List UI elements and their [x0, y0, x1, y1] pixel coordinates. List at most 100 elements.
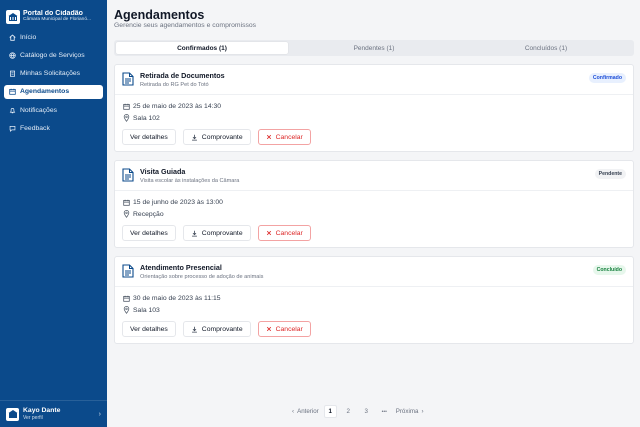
page-title: Agendamentos: [114, 8, 205, 22]
calendar-icon: [122, 199, 130, 206]
page-3-button[interactable]: 3: [360, 405, 373, 418]
appointment-location: Recepção: [122, 210, 164, 218]
next-label: Próxima: [395, 408, 419, 415]
appointment-description: Visita escolar às instalações da Câmara: [140, 178, 240, 184]
button-label: Cancelar: [275, 325, 303, 333]
appointment-card: Visita Guiada Visita escolar às instalaç…: [114, 160, 634, 248]
datetime-text: 15 de junho de 2023 às 13:00: [133, 199, 223, 206]
divider: [115, 94, 633, 95]
datetime-text: 30 de maio de 2023 às 11:15: [133, 295, 221, 302]
appointment-title: Retirada de Documentos: [140, 71, 225, 80]
sidebar-item-label: Catálogo de Serviços: [20, 51, 85, 59]
receipt-button[interactable]: Comprovante: [182, 225, 251, 241]
sidebar-item-feedback[interactable]: Feedback: [4, 121, 103, 135]
appointment-description: Retirada do RG Pet do Totó: [140, 82, 209, 88]
avatar: [6, 407, 19, 421]
previous-page-button[interactable]: ‹ Anterior: [292, 405, 319, 418]
sidebar-item-notificacoes[interactable]: Notificações: [4, 103, 103, 117]
previous-label: Anterior: [297, 408, 319, 415]
divider: [115, 190, 633, 191]
map-pin-icon: [122, 210, 130, 218]
tab-concluidos[interactable]: Concluídos (1): [460, 42, 632, 54]
next-page-button[interactable]: Próxima ›: [396, 405, 424, 418]
pagination: ‹ Anterior 1 2 3 ••• Próxima ›: [292, 405, 429, 418]
page-1-button[interactable]: 1: [323, 405, 337, 418]
button-label: Ver detalhes: [130, 133, 168, 141]
profile-link[interactable]: Ver perfil: [23, 415, 60, 421]
map-pin-icon: [122, 114, 130, 122]
receipt-button[interactable]: Comprovante: [182, 129, 251, 145]
document-icon: [122, 72, 134, 86]
app-subtitle: Câmara Municipal de Florianó...: [23, 17, 91, 23]
chevron-right-icon: ›: [98, 410, 101, 418]
calendar-icon: [122, 103, 130, 110]
appointment-location: Sala 102: [122, 114, 160, 122]
map-pin-icon: [122, 306, 130, 314]
close-icon: [266, 134, 272, 140]
button-label: Ver detalhes: [130, 229, 168, 237]
calendar-icon: [7, 88, 17, 96]
clipboard-icon: [7, 70, 17, 77]
sidebar-nav: Início Catálogo de Serviços Minhas Solic…: [0, 30, 107, 135]
details-button[interactable]: Ver detalhes: [122, 225, 176, 241]
button-label: Comprovante: [201, 325, 243, 333]
button-label: Cancelar: [275, 133, 303, 141]
tab-confirmados[interactable]: Confirmados (1): [116, 42, 288, 54]
receipt-button[interactable]: Comprovante: [182, 321, 251, 337]
button-label: Ver detalhes: [130, 325, 168, 333]
divider: [115, 286, 633, 287]
appointment-datetime: 30 de maio de 2023 às 11:15: [122, 295, 221, 302]
download-icon: [191, 134, 198, 141]
sidebar-item-agendamentos[interactable]: Agendamentos: [4, 84, 103, 99]
status-badge: Confirmado: [588, 73, 626, 83]
sidebar-item-label: Agendamentos: [20, 88, 70, 96]
appointment-card: Retirada de Documentos Retirada do RG Pe…: [114, 64, 634, 152]
brand[interactable]: Portal do Cidadão Câmara Municipal de Fl…: [0, 0, 107, 26]
sidebar-item-label: Minhas Solicitações: [20, 70, 81, 78]
tab-pendentes[interactable]: Pendentes (1): [288, 42, 460, 54]
user-profile[interactable]: Kayo Dante Ver perfil ›: [0, 400, 107, 427]
tabs: Confirmados (1) Pendentes (1) Concluídos…: [114, 40, 634, 56]
details-button[interactable]: Ver detalhes: [122, 321, 176, 337]
appointment-card: Atendimento Presencial Orientação sobre …: [114, 256, 634, 344]
button-label: Comprovante: [201, 229, 243, 237]
cancel-button[interactable]: Cancelar: [257, 321, 311, 337]
cancel-button[interactable]: Cancelar: [257, 129, 311, 145]
appointment-title: Atendimento Presencial: [140, 263, 222, 272]
document-icon: [122, 264, 134, 278]
home-icon: [7, 33, 17, 41]
chevron-right-icon: ›: [421, 408, 424, 415]
button-label: Cancelar: [275, 229, 303, 237]
appointment-title: Visita Guiada: [140, 167, 186, 176]
globe-icon: [7, 52, 17, 59]
download-icon: [191, 230, 198, 237]
appointment-datetime: 15 de junho de 2023 às 13:00: [122, 199, 223, 206]
close-icon: [266, 326, 272, 332]
appointment-description: Orientação sobre processo de adoção de a…: [140, 274, 264, 280]
sidebar-item-catalogo[interactable]: Catálogo de Serviços: [4, 48, 103, 62]
sidebar-item-inicio[interactable]: Início: [4, 30, 103, 44]
more-pages-ellipsis: •••: [381, 408, 387, 415]
document-icon: [122, 168, 134, 182]
page-subtitle: Gerencie seus agendamentos e compromisso…: [114, 22, 257, 29]
location-text: Recepção: [133, 210, 164, 218]
sidebar-item-label: Notificações: [20, 106, 58, 114]
sidebar: Portal do Cidadão Câmara Municipal de Fl…: [0, 0, 107, 427]
main-content: Agendamentos Gerencie seus agendamentos …: [107, 0, 640, 427]
message-icon: [7, 125, 17, 132]
sidebar-item-label: Feedback: [20, 124, 50, 132]
calendar-icon: [122, 295, 130, 302]
sidebar-item-solicitacoes[interactable]: Minhas Solicitações: [4, 67, 103, 81]
city-hall-logo-icon: [6, 9, 20, 24]
appointment-location: Sala 103: [122, 306, 160, 314]
cancel-button[interactable]: Cancelar: [257, 225, 311, 241]
status-badge: Concluído: [592, 265, 626, 275]
user-name: Kayo Dante: [23, 407, 61, 415]
sidebar-item-label: Início: [20, 33, 37, 41]
bell-icon: [7, 107, 17, 114]
page-2-button[interactable]: 2: [342, 405, 355, 418]
details-button[interactable]: Ver detalhes: [122, 129, 176, 145]
chevron-left-icon: ‹: [292, 408, 295, 415]
download-icon: [191, 326, 198, 333]
location-text: Sala 102: [133, 114, 160, 122]
